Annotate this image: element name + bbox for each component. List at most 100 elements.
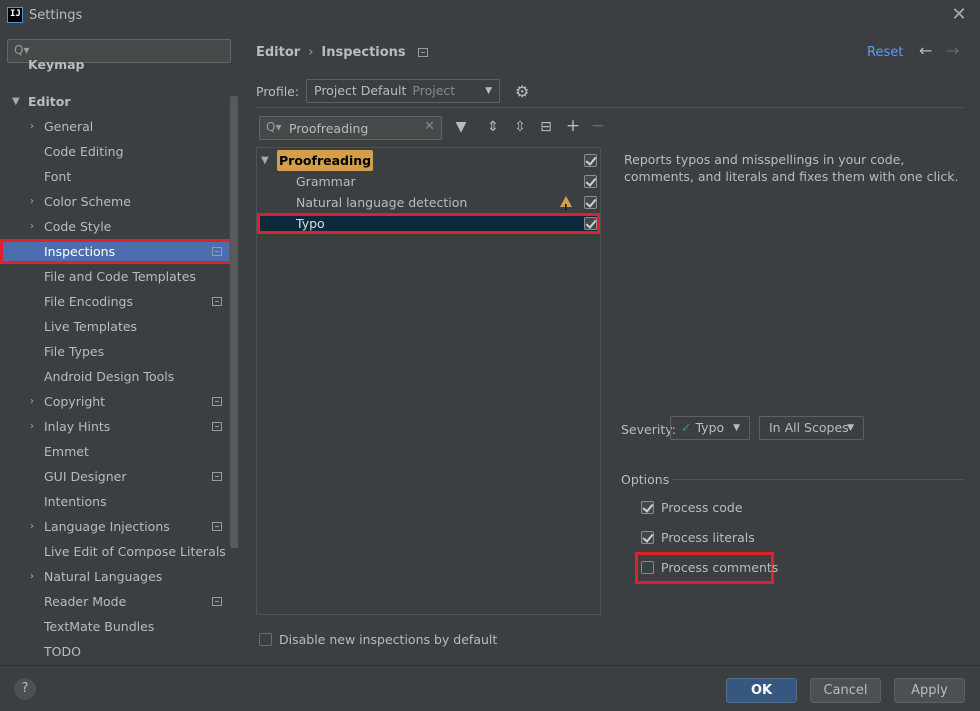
typo-checkbox[interactable]: [584, 217, 597, 230]
sidebar-item-label: Natural Languages: [44, 569, 163, 584]
chevron-right-icon: ›: [30, 521, 34, 532]
sidebar-item-live-templates[interactable]: Live Templates: [0, 314, 232, 339]
sidebar-item-editor[interactable]: ▼ Editor: [0, 89, 232, 114]
forward-arrow-icon[interactable]: →: [946, 41, 959, 60]
filter-icon[interactable]: ▼: [452, 119, 470, 135]
sidebar-item-code-style[interactable]: › Code Style: [0, 214, 232, 239]
option-label: Process comments: [661, 560, 779, 575]
remove-icon[interactable]: −: [589, 116, 607, 136]
gear-icon[interactable]: ⚙: [515, 82, 529, 101]
profile-dropdown[interactable]: Project Default Project ▼: [306, 79, 500, 103]
collapse-all-icon[interactable]: ⇳: [511, 119, 529, 135]
expand-all-icon[interactable]: ⇕: [484, 119, 502, 135]
natural-language-checkbox[interactable]: [584, 196, 597, 209]
warning-icon: [560, 196, 572, 218]
tree-row-typo[interactable]: Typo: [257, 213, 600, 234]
tree-row-label: Natural language detection: [296, 195, 468, 210]
sidebar-item-label: File Encodings: [44, 294, 134, 309]
sidebar-item-label: TODO: [44, 644, 81, 659]
chevron-right-icon: ›: [30, 421, 34, 432]
proofreading-checkbox[interactable]: [584, 154, 597, 167]
option-process-code[interactable]: Process code: [641, 498, 761, 518]
sidebar-item-general[interactable]: › General: [0, 114, 232, 139]
sidebar-item-live-edit-compose[interactable]: Live Edit of Compose Literals: [0, 539, 232, 564]
sidebar-item-android-design-tools[interactable]: Android Design Tools: [0, 364, 232, 389]
sidebar-item-textmate-bundles[interactable]: TextMate Bundles: [0, 614, 232, 639]
tree-row-grammar[interactable]: Grammar: [257, 171, 600, 192]
sidebar-scrollbar[interactable]: [230, 96, 238, 548]
sidebar-item-reader-mode[interactable]: Reader Mode: [0, 589, 232, 614]
sidebar-item-label: Android Design Tools: [44, 369, 175, 384]
sidebar-item-todo[interactable]: TODO: [0, 639, 232, 664]
chevron-down-icon: ▼: [733, 423, 740, 433]
sidebar-item-file-and-code-templates[interactable]: File and Code Templates: [0, 264, 232, 289]
cancel-button[interactable]: Cancel: [810, 678, 881, 703]
reset-to-default-icon[interactable]: ⊟: [537, 119, 555, 135]
project-scope-icon: [212, 297, 222, 306]
sidebar-item-font[interactable]: Font: [0, 164, 232, 189]
inspection-search-input[interactable]: Q▾ Proofreading ✕: [259, 116, 442, 140]
chevron-down-icon: ▼: [485, 86, 492, 96]
tree-row-natural-language-detection[interactable]: Natural language detection: [257, 192, 600, 218]
tree-row-label: Grammar: [296, 174, 356, 189]
clear-icon[interactable]: ✕: [424, 119, 435, 134]
divider: [672, 479, 964, 480]
tree-row-proofreading[interactable]: ▼ Proofreading: [257, 150, 600, 171]
disable-new-checkbox[interactable]: [259, 633, 272, 646]
process-literals-checkbox[interactable]: [641, 531, 654, 544]
project-scope-icon: [212, 522, 222, 531]
back-arrow-icon[interactable]: ←: [919, 41, 932, 60]
sidebar-item-color-scheme[interactable]: › Color Scheme: [0, 189, 232, 214]
sidebar-item-inlay-hints[interactable]: › Inlay Hints: [0, 414, 232, 439]
sidebar-item-copyright[interactable]: › Copyright: [0, 389, 232, 414]
chevron-right-icon: ›: [30, 196, 34, 207]
severity-dropdown[interactable]: ✓ Typo ▼: [670, 416, 750, 440]
option-process-comments[interactable]: Process comments: [635, 552, 778, 584]
reset-link[interactable]: Reset: [867, 45, 903, 60]
sidebar-item-label: Code Style: [44, 219, 112, 234]
sidebar-item-label: Font: [44, 169, 72, 184]
close-icon[interactable]: ✕: [948, 4, 970, 26]
option-label: Process literals: [661, 530, 755, 545]
sidebar-item-emmet[interactable]: Emmet: [0, 439, 232, 464]
sidebar-item-label: Code Editing: [44, 144, 124, 159]
tree-row-label: Typo: [296, 216, 325, 231]
sidebar-item-label: File and Code Templates: [44, 269, 196, 284]
sidebar-item-label: Color Scheme: [44, 194, 131, 209]
sidebar-item-code-editing[interactable]: Code Editing: [0, 139, 232, 164]
chevron-right-icon: ›: [30, 221, 34, 232]
process-comments-checkbox[interactable]: [641, 561, 654, 574]
project-scope-icon: [212, 597, 222, 606]
breadcrumb-separator: ›: [308, 45, 314, 60]
ok-button[interactable]: OK: [726, 678, 797, 703]
grammar-checkbox[interactable]: [584, 175, 597, 188]
disable-new-inspections-option[interactable]: Disable new inspections by default: [259, 630, 497, 650]
sidebar-item-gui-designer[interactable]: GUI Designer: [0, 464, 232, 489]
sidebar-item-label: TextMate Bundles: [44, 619, 155, 634]
sidebar-item-file-types[interactable]: File Types: [0, 339, 232, 364]
chevron-right-icon: ›: [30, 396, 34, 407]
project-scope-icon: [212, 397, 222, 406]
search-value: Proofreading: [289, 121, 369, 136]
sidebar-item-intentions[interactable]: Intentions: [0, 489, 232, 514]
scope-dropdown[interactable]: In All Scopes ▼: [759, 416, 864, 440]
profile-value: Project Default: [314, 83, 407, 98]
breadcrumb: Editor › Inspections: [256, 45, 428, 60]
project-scope-icon: [417, 48, 428, 57]
sidebar-item-label: Copyright: [44, 394, 106, 409]
sidebar-item-inspections[interactable]: Inspections: [0, 239, 232, 264]
sidebar-item-keymap[interactable]: Keymap: [0, 57, 232, 90]
sidebar-item-label: Live Edit of Compose Literals: [44, 544, 226, 559]
add-icon[interactable]: +: [564, 116, 582, 136]
option-process-literals[interactable]: Process literals: [641, 528, 761, 548]
process-code-checkbox[interactable]: [641, 501, 654, 514]
title-bar: IJ Settings ✕: [0, 0, 980, 31]
sidebar-item-label: Language Injections: [44, 519, 170, 534]
help-icon[interactable]: ?: [14, 678, 36, 700]
chevron-down-icon: ▼: [12, 96, 20, 107]
sidebar-item-label: Intentions: [44, 494, 107, 509]
sidebar-item-language-injections[interactable]: › Language Injections: [0, 514, 232, 539]
sidebar-item-natural-languages[interactable]: › Natural Languages: [0, 564, 232, 589]
sidebar-item-file-encodings[interactable]: File Encodings: [0, 289, 232, 314]
apply-button[interactable]: Apply: [894, 678, 965, 703]
